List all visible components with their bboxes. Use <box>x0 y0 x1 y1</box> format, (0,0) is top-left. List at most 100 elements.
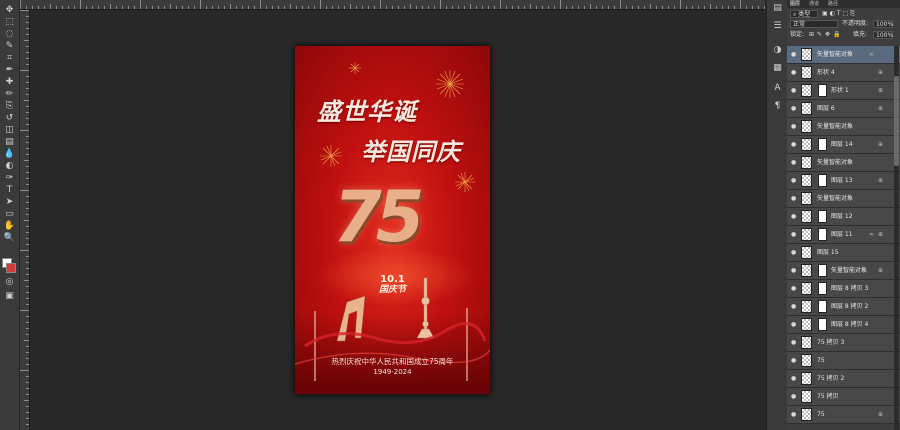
visibility-eye-icon[interactable]: ● <box>791 51 798 58</box>
layer-name[interactable]: 形状 4 <box>817 69 835 77</box>
history-brush-icon[interactable]: ↺ <box>3 114 16 123</box>
layer-name[interactable]: 75 拷贝 <box>817 393 839 401</box>
layer-row[interactable]: ● 75 拷贝 2 <box>787 370 900 388</box>
layer-name[interactable]: 图层 8 拷贝 2 <box>831 303 868 311</box>
visibility-eye-icon[interactable]: ● <box>791 159 798 166</box>
layer-name[interactable]: 图层 8 拷贝 3 <box>831 285 868 293</box>
layer-row[interactable]: ● 图层 12 <box>787 208 900 226</box>
layer-row[interactable]: ● 图层 15 <box>787 244 900 262</box>
crop-icon[interactable]: ⌗ <box>3 54 16 63</box>
layer-row[interactable]: ● 75 拷贝 <box>787 388 900 406</box>
layer-thumbnail[interactable] <box>801 390 812 403</box>
layer-name[interactable]: 矢量智能对象 <box>831 267 867 275</box>
background-color-swatch[interactable] <box>6 263 16 273</box>
layer-name[interactable]: 图层 12 <box>831 213 853 221</box>
layers-scrollbar[interactable] <box>894 46 899 430</box>
visibility-eye-icon[interactable]: ● <box>791 177 798 184</box>
layer-mask-thumbnail[interactable] <box>818 210 827 223</box>
path-select-icon[interactable]: ➤ <box>3 198 16 207</box>
layer-row[interactable]: ● 形状 4 ⊕ <box>787 64 900 82</box>
scrollbar-thumb[interactable] <box>894 76 899 166</box>
visibility-eye-icon[interactable]: ● <box>791 105 798 112</box>
visibility-eye-icon[interactable]: ● <box>791 195 798 202</box>
layer-thumbnail[interactable] <box>801 102 812 115</box>
healing-icon[interactable]: ✚ <box>3 78 16 87</box>
layer-row[interactable]: ● 矢量智能对象 <box>787 118 900 136</box>
layer-thumbnail[interactable] <box>801 156 812 169</box>
marquee-icon[interactable]: ⬚ <box>3 18 16 27</box>
layer-mask-thumbnail[interactable] <box>818 174 827 187</box>
screen-mode-icon[interactable]: ▣ <box>3 292 16 301</box>
visibility-eye-icon[interactable]: ● <box>791 393 798 400</box>
quick-select-icon[interactable]: ✎ <box>3 42 16 51</box>
layer-name[interactable]: 图层 15 <box>817 249 839 257</box>
layer-thumbnail[interactable] <box>801 192 812 205</box>
layer-name[interactable]: 矢量智能对象 <box>817 195 853 203</box>
layer-mask-thumbnail[interactable] <box>818 282 827 295</box>
layer-row[interactable]: ● 图层 8 拷贝 2 <box>787 298 900 316</box>
layer-name[interactable]: 图层 11 <box>831 231 853 239</box>
clone-stamp-icon[interactable]: ⎘ <box>3 102 16 111</box>
layer-name[interactable]: 图层 14 <box>831 141 853 149</box>
properties-panel-icon[interactable]: ☰ <box>771 22 784 31</box>
layer-name[interactable]: 75 <box>817 357 825 365</box>
brush-icon[interactable]: ✏ <box>3 90 16 99</box>
visibility-eye-icon[interactable]: ● <box>791 231 798 238</box>
layer-mask-thumbnail[interactable] <box>818 228 827 241</box>
visibility-eye-icon[interactable]: ● <box>791 267 798 274</box>
layer-name[interactable]: 75 拷贝 3 <box>817 339 844 347</box>
layer-thumbnail[interactable] <box>801 300 812 313</box>
layer-thumbnail[interactable] <box>801 48 812 61</box>
layer-name[interactable]: 图层 6 <box>817 105 835 113</box>
layer-thumbnail[interactable] <box>801 246 812 259</box>
rectangle-icon[interactable]: ▭ <box>3 210 16 219</box>
layer-row[interactable]: ● 矢量智能对象 <box>787 154 900 172</box>
layer-mask-thumbnail[interactable] <box>818 318 827 331</box>
visibility-eye-icon[interactable]: ● <box>791 321 798 328</box>
lasso-icon[interactable]: ◌ <box>3 30 16 39</box>
layer-row[interactable]: ● 矢量智能对象 <box>787 190 900 208</box>
quick-mask-icon[interactable]: ◎ <box>3 278 16 287</box>
layer-row[interactable]: ● 75 ⊕ <box>787 406 900 424</box>
visibility-eye-icon[interactable]: ● <box>791 69 798 76</box>
layer-mask-thumbnail[interactable] <box>818 300 827 313</box>
visibility-eye-icon[interactable]: ● <box>791 285 798 292</box>
layer-thumbnail[interactable] <box>801 210 812 223</box>
visibility-eye-icon[interactable]: ● <box>791 357 798 364</box>
visibility-eye-icon[interactable]: ● <box>791 411 798 418</box>
filter-kind-select[interactable]: ⌕ 类型 <box>790 10 818 18</box>
blur-icon[interactable]: 💧 <box>3 150 16 159</box>
eraser-icon[interactable]: ◫ <box>3 126 16 135</box>
layer-row[interactable]: ● 75 拷贝 3 <box>787 334 900 352</box>
visibility-eye-icon[interactable]: ● <box>791 213 798 220</box>
pen-icon[interactable]: ✑ <box>3 174 16 183</box>
adjustments-panel-icon[interactable]: ◑ <box>771 46 784 55</box>
layer-mask-thumbnail[interactable] <box>818 84 827 97</box>
layer-row[interactable]: ● 矢量智能对象 ⊕ <box>787 262 900 280</box>
layer-name[interactable]: 矢量智能对象 <box>817 123 853 131</box>
visibility-eye-icon[interactable]: ● <box>791 141 798 148</box>
layer-thumbnail[interactable] <box>801 336 812 349</box>
visibility-eye-icon[interactable]: ● <box>791 123 798 130</box>
layer-thumbnail[interactable] <box>801 84 812 97</box>
layer-name[interactable]: 矢量智能对象 <box>817 51 853 59</box>
dodge-icon[interactable]: ◐ <box>3 162 16 171</box>
layer-thumbnail[interactable] <box>801 228 812 241</box>
move-icon[interactable]: ✥ <box>3 6 16 15</box>
layer-name[interactable]: 75 拷贝 2 <box>817 375 844 383</box>
eyedropper-icon[interactable]: ✒ <box>3 66 16 75</box>
lock-icons[interactable]: ⊞✎✥🔒 <box>809 31 844 39</box>
layer-name[interactable]: 75 <box>817 411 825 419</box>
tab-channels[interactable]: 通道 <box>809 1 819 7</box>
history-panel-icon[interactable]: ▤ <box>771 4 784 13</box>
opacity-input[interactable]: 100% <box>873 20 893 28</box>
layer-thumbnail[interactable] <box>801 66 812 79</box>
fill-input[interactable]: 100% <box>873 31 893 39</box>
layer-thumbnail[interactable] <box>801 264 812 277</box>
layer-name[interactable]: 矢量智能对象 <box>817 159 853 167</box>
layer-thumbnail[interactable] <box>801 282 812 295</box>
tab-layers[interactable]: 图层 <box>790 1 800 7</box>
visibility-eye-icon[interactable]: ● <box>791 339 798 346</box>
document-canvas[interactable]: 盛世华诞 举国同庆 75 10.1 国庆节 热烈庆祝中华人民共和国成立75周年 … <box>295 46 490 394</box>
layer-row[interactable]: ● 图层 8 拷贝 3 <box>787 280 900 298</box>
